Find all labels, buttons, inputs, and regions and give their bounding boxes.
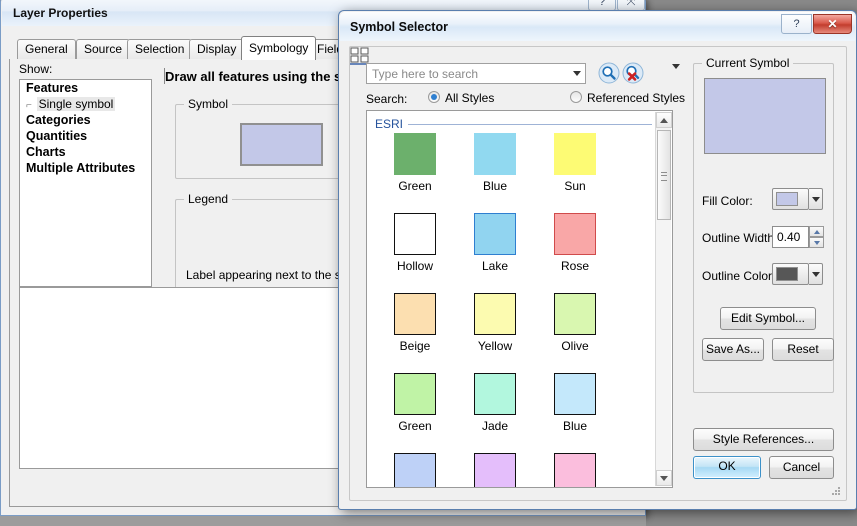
search-history-dropdown[interactable]	[569, 64, 585, 83]
symbol-groupbox-title: Symbol	[184, 97, 233, 111]
search-input[interactable]	[366, 63, 586, 84]
scrollbar-thumb[interactable]	[657, 130, 671, 220]
symbol-swatch	[394, 293, 436, 335]
legend-groupbox-title: Legend	[184, 192, 233, 206]
fill-color-label: Fill Color:	[702, 194, 753, 208]
tab-display[interactable]: Display	[189, 39, 245, 59]
symbol-selector-dialog: Symbol Selector ? ✕ Type here to search …	[338, 10, 857, 510]
renderer-description: Draw all features using the same	[165, 69, 368, 84]
outline-color-button[interactable]	[772, 263, 809, 285]
symbol-swatch	[474, 293, 516, 335]
search-scope-label: Search:	[366, 92, 408, 106]
symbol-item-rose[interactable]: Rose	[527, 213, 623, 273]
resize-grip-icon[interactable]	[830, 485, 842, 497]
current-symbol-title: Current Symbol	[702, 56, 794, 70]
tree-connector-icon: ⌐	[26, 100, 37, 111]
symbol-item-pink[interactable]	[527, 453, 623, 487]
symbol-swatch	[554, 453, 596, 487]
tree-item-multiple-attributes[interactable]: Multiple Attributes	[20, 160, 151, 176]
symbol-swatch	[394, 133, 436, 175]
layer-properties-title: Layer Properties	[13, 6, 108, 20]
show-label: Show:	[19, 62, 53, 76]
outline-color-swatch	[776, 267, 798, 281]
radio-referenced-styles[interactable]: Referenced Styles	[570, 91, 685, 105]
outline-width-label: Outline Width:	[702, 231, 778, 245]
tab-general[interactable]: General	[17, 39, 76, 59]
outline-width-stepper[interactable]	[809, 226, 824, 248]
symbol-swatch	[474, 453, 516, 487]
tab-symbology[interactable]: Symbology	[241, 36, 317, 60]
symbol-swatch	[554, 373, 596, 415]
stepper-down-icon[interactable]	[809, 237, 824, 248]
scroll-up-icon[interactable]	[656, 112, 672, 128]
stepper-up-icon[interactable]	[809, 226, 824, 237]
tree-item-single-symbol-label: Single symbol	[36, 97, 116, 111]
symbol-selector-titlebar[interactable]: Symbol Selector ? ✕	[340, 12, 855, 41]
symbol-label: Olive	[561, 339, 589, 353]
outline-color-dropdown[interactable]	[809, 263, 823, 285]
symbology-renderer-tree[interactable]: Features ⌐ Single symbol Categories Quan…	[19, 79, 152, 287]
scroll-down-icon[interactable]	[656, 470, 672, 486]
help-icon[interactable]: ?	[781, 14, 812, 34]
radio-all-styles[interactable]: All Styles	[428, 91, 494, 105]
symbol-list[interactable]: ESRI Green Blue Sun Hollow Lake Rose Bei…	[366, 110, 673, 488]
outline-width-input[interactable]	[772, 226, 809, 248]
style-references-button[interactable]: Style References...	[693, 428, 834, 451]
symbol-swatch	[394, 373, 436, 415]
fill-color-button[interactable]	[772, 188, 809, 210]
symbol-swatch	[554, 213, 596, 255]
tree-item-quantities[interactable]: Quantities	[20, 128, 151, 144]
reset-button[interactable]: Reset	[772, 338, 834, 361]
symbol-label: Blue	[562, 419, 588, 433]
symbol-label: Sun	[564, 179, 586, 193]
screen: Layer Properties ? ⤧ General Source Sele…	[0, 0, 857, 526]
current-symbol-preview	[704, 78, 826, 154]
tree-item-charts[interactable]: Charts	[20, 144, 151, 160]
chevron-down-icon	[573, 71, 581, 76]
symbol-group-header-label: ESRI	[375, 117, 409, 131]
current-symbol-groupbox: Current Symbol Fill Color: Outline Width…	[693, 56, 834, 393]
ok-button[interactable]: OK	[693, 456, 761, 479]
clear-search-icon[interactable]	[622, 62, 644, 84]
search-icon[interactable]	[598, 62, 620, 84]
cancel-button[interactable]: Cancel	[769, 456, 834, 479]
fill-color-swatch	[776, 192, 798, 206]
view-style-chevron-down-icon[interactable]	[672, 64, 680, 83]
symbol-label: Rose	[560, 259, 589, 273]
symbol-swatch	[394, 453, 436, 487]
tree-item-single-symbol[interactable]: ⌐ Single symbol	[20, 96, 151, 112]
tree-item-features[interactable]: Features	[20, 80, 151, 96]
save-as-button[interactable]: Save As...	[702, 338, 764, 361]
symbol-swatch	[474, 213, 516, 255]
symbol-swatch	[474, 133, 516, 175]
symbol-item-olive[interactable]: Olive	[527, 293, 623, 353]
fill-color-dropdown[interactable]	[809, 188, 823, 210]
symbol-list-scrollbar[interactable]	[655, 112, 672, 486]
tab-source[interactable]: Source	[76, 39, 131, 59]
close-icon[interactable]: ✕	[813, 14, 852, 34]
symbol-swatch	[554, 133, 596, 175]
symbol-selector-body: Search: All Styles Referenced Styles ESR…	[349, 46, 847, 501]
chevron-down-icon	[811, 196, 820, 202]
symbol-grid: Green Blue Sun Hollow Lake Rose Beige Ye…	[367, 133, 657, 487]
symbol-swatch	[394, 213, 436, 255]
layer-symbol-button[interactable]	[240, 123, 323, 166]
edit-symbol-button[interactable]: Edit Symbol...	[720, 307, 816, 330]
symbol-selector-title: Symbol Selector	[350, 20, 448, 34]
tab-selection[interactable]: Selection	[127, 39, 193, 59]
symbol-group-header: ESRI	[375, 117, 652, 131]
symbol-swatch	[474, 373, 516, 415]
symbol-item-blue-2[interactable]: Blue	[527, 373, 623, 433]
group-header-rule	[375, 124, 652, 125]
outline-color-label: Outline Color:	[702, 269, 776, 283]
symbol-item-sun[interactable]: Sun	[527, 133, 623, 193]
window-shadow	[0, 516, 646, 526]
tree-item-categories[interactable]: Categories	[20, 112, 151, 128]
symbol-swatch	[554, 293, 596, 335]
chevron-down-icon	[811, 271, 820, 277]
